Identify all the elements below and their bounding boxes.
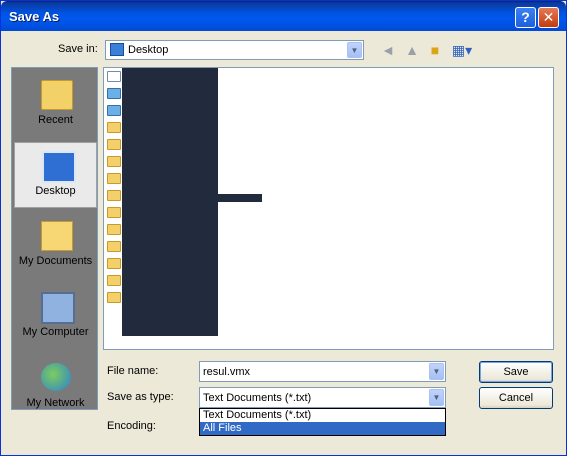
folder-icon[interactable] [107,190,121,201]
up-one-level-icon[interactable]: ▲ [403,41,421,59]
save-button[interactable]: Save [479,361,553,383]
folder-icon[interactable] [107,224,121,235]
my-computer-icon [41,292,75,324]
places-item-label: My Network [26,397,85,409]
folder-icon[interactable] [107,207,121,218]
places-item-my-computer[interactable]: My Computer [14,284,97,350]
folder-icon[interactable] [107,292,121,303]
my-documents-icon [41,221,73,251]
places-item-my-documents[interactable]: My Documents [14,213,97,279]
chevron-down-icon[interactable]: ▼ [429,389,444,406]
my-network-icon [41,363,71,391]
file-name-label: File name: [107,365,159,377]
save-in-dropdown[interactable]: Desktop ▼ [105,40,364,60]
redacted-region [122,68,218,336]
folder-icon[interactable] [107,156,121,167]
document-icon[interactable] [107,71,121,82]
save-as-dialog: Save As ? ✕ Save in: Desktop ▼ ◄ ▲ ■ ▦▾ … [0,0,567,456]
folder-icon[interactable] [107,173,121,184]
save-as-type-option[interactable]: All Files [200,422,445,435]
recent-folder-icon [41,80,73,110]
places-item-label: Desktop [35,185,76,197]
places-item-desktop[interactable]: Desktop [14,142,97,208]
places-item-label: My Computer [22,326,89,338]
network-icon[interactable] [107,88,121,99]
save-in-label: Save in: [58,43,98,55]
redacted-region [218,194,262,202]
dialog-title: Save As [9,9,60,24]
desktop-icon [110,43,124,56]
desktop-icon [42,151,76,183]
places-bar: Recent Desktop My Documents My Computer My N… [11,67,98,410]
chevron-down-icon[interactable]: ▼ [347,42,362,58]
file-list[interactable] [103,67,554,350]
save-in-value: Desktop [128,44,169,56]
folder-icon[interactable] [107,241,121,252]
views-menu-icon[interactable]: ▦▾ [450,41,474,59]
folder-icon[interactable] [107,258,121,269]
help-button[interactable]: ? [515,7,536,28]
network-icon[interactable] [107,105,121,116]
encoding-label: Encoding: [107,420,156,432]
places-item-label: My Documents [18,255,93,267]
places-item-my-network[interactable]: My Network [14,355,97,421]
save-as-type-value: Text Documents (*.txt) [203,392,312,404]
save-as-type-label: Save as type: [107,391,174,403]
back-arrow-icon[interactable]: ◄ [379,41,397,59]
places-item-label: Recent [38,114,73,126]
save-as-type-dropdown[interactable]: Text Documents (*.txt) ▼ [199,387,446,408]
save-as-type-option[interactable]: Text Documents (*.txt) [200,409,445,422]
places-item-recent[interactable]: Recent [14,72,97,138]
close-button[interactable]: ✕ [538,7,559,28]
file-name-field[interactable]: resul.vmx ▼ [199,361,446,382]
folder-icon[interactable] [107,275,121,286]
file-name-value[interactable]: resul.vmx [203,366,250,378]
save-as-type-options: Text Documents (*.txt) All Files [199,408,446,436]
cancel-button[interactable]: Cancel [479,387,553,409]
folder-icon[interactable] [107,122,121,133]
chevron-down-icon[interactable]: ▼ [429,363,444,380]
title-bar[interactable]: Save As ? ✕ [1,1,566,31]
new-folder-icon[interactable]: ■ [426,41,444,59]
folder-icon[interactable] [107,139,121,150]
